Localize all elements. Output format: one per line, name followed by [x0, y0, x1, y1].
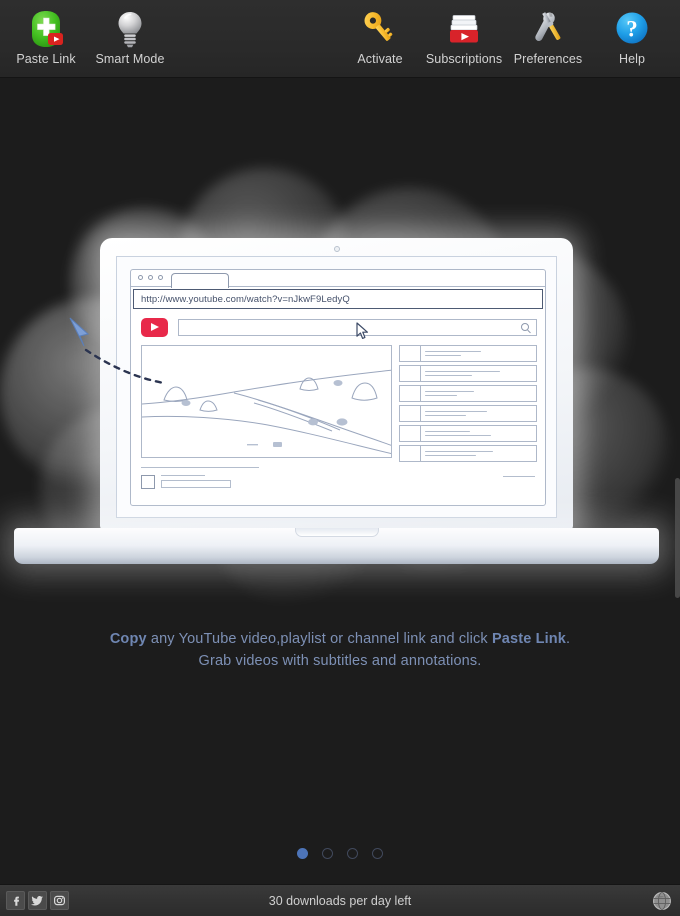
- list-item[interactable]: [399, 385, 537, 402]
- laptop-notch: [294, 528, 379, 537]
- youtube-header-row: [141, 318, 537, 337]
- pagination-dot-3[interactable]: [347, 848, 358, 859]
- browser-url-text: http://www.youtube.com/watch?v=nJkwF9Led…: [141, 293, 350, 305]
- list-item-thumbnail: [400, 406, 421, 421]
- list-item[interactable]: [399, 405, 537, 422]
- caption-line-1: Copy any YouTube video,playlist or chann…: [0, 628, 680, 650]
- subscriptions-tray-icon: [442, 7, 486, 51]
- key-icon: [358, 7, 402, 51]
- list-item-thumbnail: [400, 366, 421, 381]
- webcam-dot-icon: [333, 246, 340, 252]
- toolbar-button-activate[interactable]: Activate: [338, 0, 422, 78]
- channel-name-line: [161, 474, 205, 476]
- subscribe-button-shape[interactable]: [161, 479, 231, 488]
- lightbulb-icon: [108, 7, 152, 51]
- laptop-illustration: http://www.youtube.com/watch?v=nJkwF9Led…: [14, 238, 659, 663]
- window-control-dots-icon: [138, 275, 163, 280]
- youtube-content-area: [141, 345, 537, 462]
- pagination-dot-1[interactable]: [297, 848, 308, 859]
- list-item-thumbnail: [400, 426, 421, 441]
- toolbar-label-activate: Activate: [357, 52, 403, 66]
- toolbar-button-paste-link[interactable]: Paste Link: [4, 0, 88, 78]
- laptop-base: [14, 528, 659, 564]
- carousel-pagination: [0, 848, 680, 859]
- laptop-screen: http://www.youtube.com/watch?v=nJkwF9Led…: [116, 256, 557, 518]
- youtube-play-logo-icon: [141, 318, 168, 337]
- list-item-thumbnail: [400, 386, 421, 401]
- toolbar-label-subscriptions: Subscriptions: [425, 52, 503, 66]
- caption-paste-link-emphasis: Paste Link: [491, 631, 566, 647]
- list-item[interactable]: [399, 445, 537, 462]
- list-item[interactable]: [399, 345, 537, 362]
- search-icon: [521, 323, 529, 331]
- toolbar-button-subscriptions[interactable]: Subscriptions: [422, 0, 506, 78]
- channel-avatar: [141, 474, 155, 489]
- app-window: Paste Link Smart Mode Activate Subscript…: [0, 0, 680, 916]
- landscape-drawing-icon: [142, 369, 391, 455]
- tools-icon: [526, 7, 570, 51]
- pagination-dot-4[interactable]: [372, 848, 383, 859]
- caption-line1-mid: any YouTube video,playlist or channel li…: [146, 631, 492, 647]
- toolbar-left-group: Paste Link Smart Mode: [0, 0, 172, 78]
- blue-arrow-cursor-icon: [69, 317, 90, 347]
- main-toolbar: Paste Link Smart Mode Activate Subscript…: [0, 0, 680, 78]
- toolbar-button-preferences[interactable]: Preferences: [506, 0, 590, 78]
- mouse-cursor-icon: [356, 322, 368, 339]
- hero-slide: http://www.youtube.com/watch?v=nJkwF9Led…: [0, 78, 680, 884]
- svg-text:?: ?: [626, 17, 638, 42]
- scrollbar-thumb[interactable]: [675, 478, 680, 598]
- laptop-lid: http://www.youtube.com/watch?v=nJkwF9Led…: [100, 238, 573, 530]
- list-item[interactable]: [399, 425, 537, 442]
- related-videos-list: [399, 345, 537, 462]
- caption-copy-emphasis: Copy: [109, 631, 147, 647]
- list-item[interactable]: [399, 365, 537, 382]
- browser-mockup: http://www.youtube.com/watch?v=nJkwF9Led…: [130, 269, 546, 506]
- video-player-thumbnail: [141, 345, 392, 458]
- caption-line1-end: .: [566, 631, 571, 647]
- browser-tab-bar: [131, 270, 545, 288]
- list-item-thumbnail: [400, 446, 421, 461]
- toolbar-label-help: Help: [618, 52, 646, 66]
- help-question-icon: ?: [610, 7, 654, 51]
- toolbar-button-smart-mode[interactable]: Smart Mode: [88, 0, 172, 78]
- list-item-thumbnail: [400, 346, 421, 361]
- toolbar-right-group: Activate Subscriptions Preferences ? Hel…: [338, 0, 680, 78]
- toolbar-label-smart-mode: Smart Mode: [95, 52, 165, 66]
- status-bar: 30 downloads per day left: [0, 884, 680, 916]
- downloads-left-text: 30 downloads per day left: [268, 893, 412, 908]
- toolbar-button-help[interactable]: ? Help: [590, 0, 674, 78]
- video-meta-row: [141, 466, 537, 495]
- browser-tab: [171, 273, 229, 288]
- toolbar-label-paste-link: Paste Link: [16, 52, 76, 66]
- caption-line-2: Grab videos with subtitles and annotatio…: [198, 653, 482, 669]
- browser-url-bar[interactable]: http://www.youtube.com/watch?v=nJkwF9Led…: [133, 289, 543, 309]
- video-title-line: [141, 466, 259, 469]
- toolbar-label-preferences: Preferences: [513, 52, 583, 66]
- hero-caption: Copy any YouTube video,playlist or chann…: [0, 628, 680, 672]
- pagination-dot-2[interactable]: [322, 848, 333, 859]
- paste-link-icon: [24, 7, 68, 51]
- video-actions-line: [503, 475, 535, 478]
